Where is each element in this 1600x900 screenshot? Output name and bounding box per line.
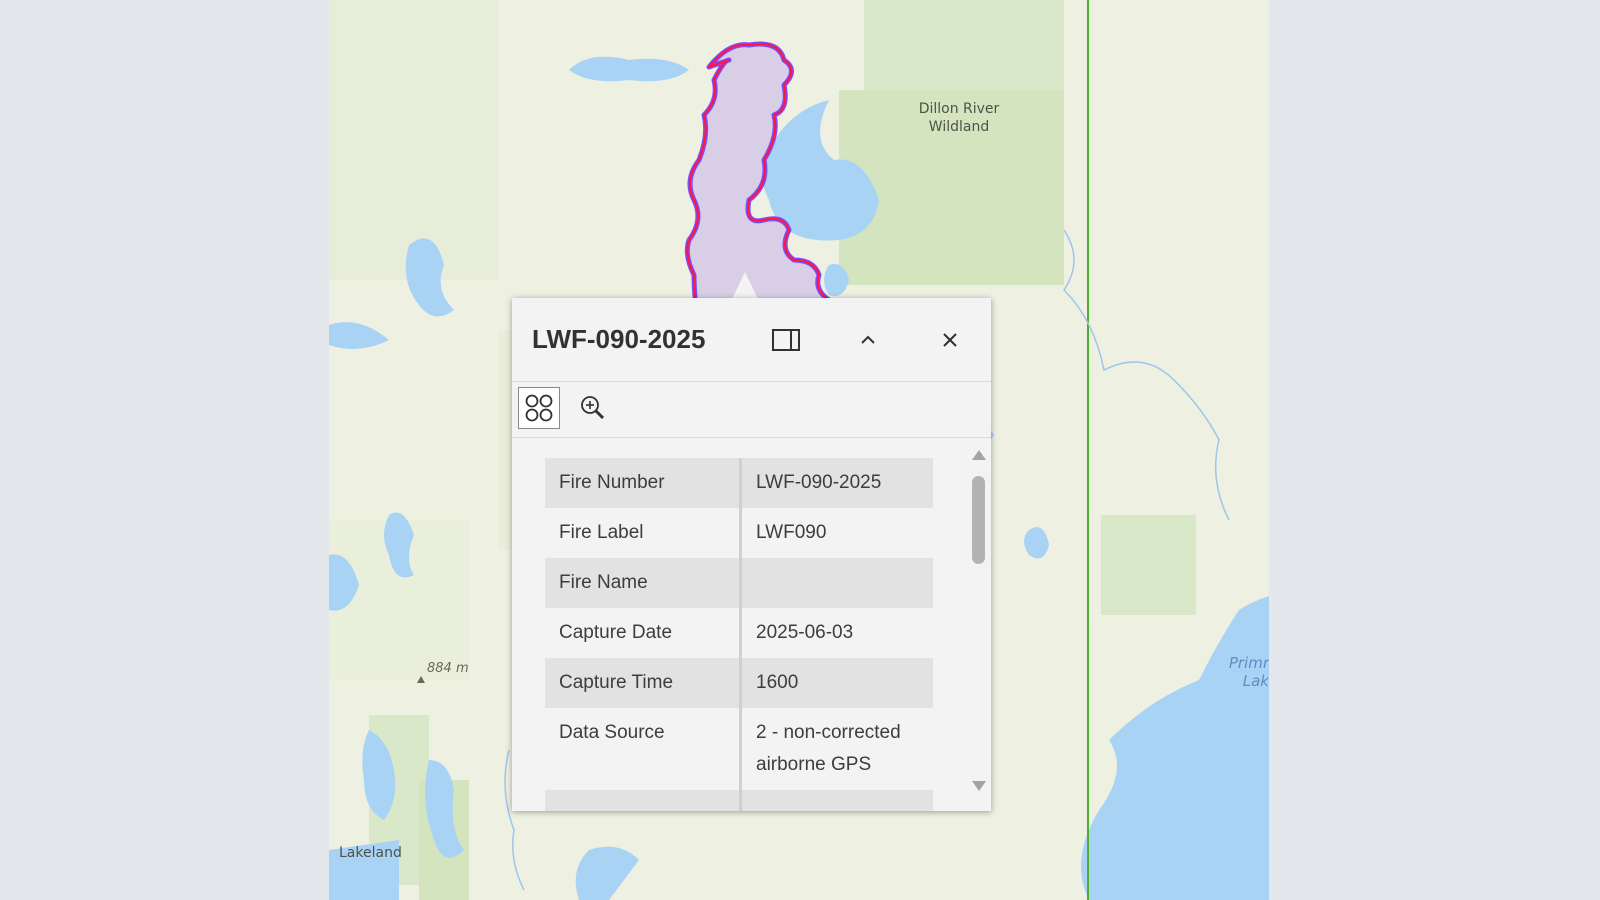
attribute-key: Fire Name [545,558,742,608]
dock-icon [772,329,800,351]
features-button[interactable] [518,387,560,429]
table-row: Fire Number LWF-090-2025 [545,458,933,508]
zoom-to-button[interactable] [572,387,614,429]
attribute-value: 1600 [740,658,933,708]
attribute-key: Fire Number [545,458,742,508]
lakeland-label: Lakeland [339,845,402,861]
attribute-key: Fire Label [545,508,742,558]
scrollbar-thumb[interactable] [972,476,985,564]
popup-header: LWF-090-2025 [512,298,991,382]
close-icon [943,333,957,347]
park-area [864,0,1064,95]
scroll-down-arrow-icon[interactable] [972,781,986,791]
elevation-label: 884 m [427,661,469,676]
table-row: Fire Label LWF090 [545,508,933,558]
attribute-key: Capture Time [545,658,742,708]
chevron-up-icon [861,335,875,344]
popup-content[interactable]: Fire Number LWF-090-2025 Fire Label LWF0… [512,438,991,811]
primrose-lake-label: Primr Lak [1228,654,1269,690]
popup-toolbar [512,381,991,438]
attribute-key [545,790,742,811]
popup-pointer [732,272,758,299]
popup-title: LWF-090-2025 [532,324,706,354]
attribute-table: Fire Number LWF-090-2025 Fire Label LWF0… [545,458,933,811]
attribute-value: 2025-06-03 [740,608,933,658]
features-grid-icon [525,394,553,422]
wildland-label: Dillon River Wildland [918,101,1000,135]
attribute-value [740,558,933,608]
table-row: Data Source 2 - non-corrected airborne G… [545,708,933,790]
attribute-key: Capture Date [545,608,742,658]
attribute-value: LWF-090-2025 [740,458,933,508]
dock-button[interactable] [768,322,804,358]
table-row: Fire Name [545,558,933,608]
collapse-button[interactable] [850,322,886,358]
close-button[interactable] [932,322,968,358]
feature-popup: LWF-090-2025 Fire Number LWF-090-2025 Fi… [512,298,991,811]
attribute-value: 2 - non-corrected airborne GPS [740,708,933,790]
attribute-value: LWF090 [740,508,933,558]
table-row: Capture Date 2025-06-03 [545,608,933,658]
popup-scrollbar[interactable] [969,448,987,804]
attribute-value [740,790,933,811]
attribute-key: Data Source [545,708,742,790]
scroll-up-arrow-icon[interactable] [972,450,986,460]
table-row [545,790,933,811]
zoom-to-icon [581,396,605,420]
table-row: Capture Time 1600 [545,658,933,708]
park-area [1101,515,1196,615]
